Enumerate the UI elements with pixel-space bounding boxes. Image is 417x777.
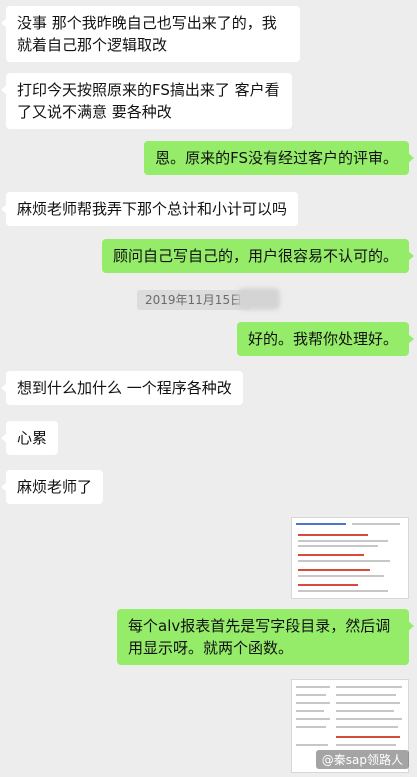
message-bubble[interactable]: 每个alv报表首先是写字段目录，然后调用显示呀。就两个函数。	[117, 609, 414, 665]
message-bubble[interactable]: 想到什么加什么 一个程序各种改	[1, 371, 243, 405]
message-bubble[interactable]: 顾问自己写自己的，用户很容易不认可的。	[101, 239, 415, 273]
message-bubble[interactable]: 好的。我帮你处理好。	[236, 322, 415, 356]
message-bubble[interactable]: 麻烦老师了	[0, 470, 104, 504]
message-bubble[interactable]: 恩。原来的FS没有经过客户的评审。	[144, 141, 414, 175]
message-bubble[interactable]: 没事 那个我昨晚自己也写出来了的，我就着自己那个逻辑取改	[1, 6, 300, 62]
blurred-area	[238, 288, 280, 310]
message-bubble[interactable]: 打印今天按照原来的FS搞出来了 客户看了又说不满意 要各种改	[1, 73, 292, 129]
message-bubble[interactable]: 心累	[0, 421, 59, 455]
timestamp-label: 2019年11月15日	[137, 290, 251, 310]
screenshot-image[interactable]	[291, 517, 409, 599]
message-bubble[interactable]: 麻烦老师帮我弄下那个总计和小计可以吗	[0, 192, 299, 226]
watermark: @秦sap领路人	[315, 750, 409, 769]
